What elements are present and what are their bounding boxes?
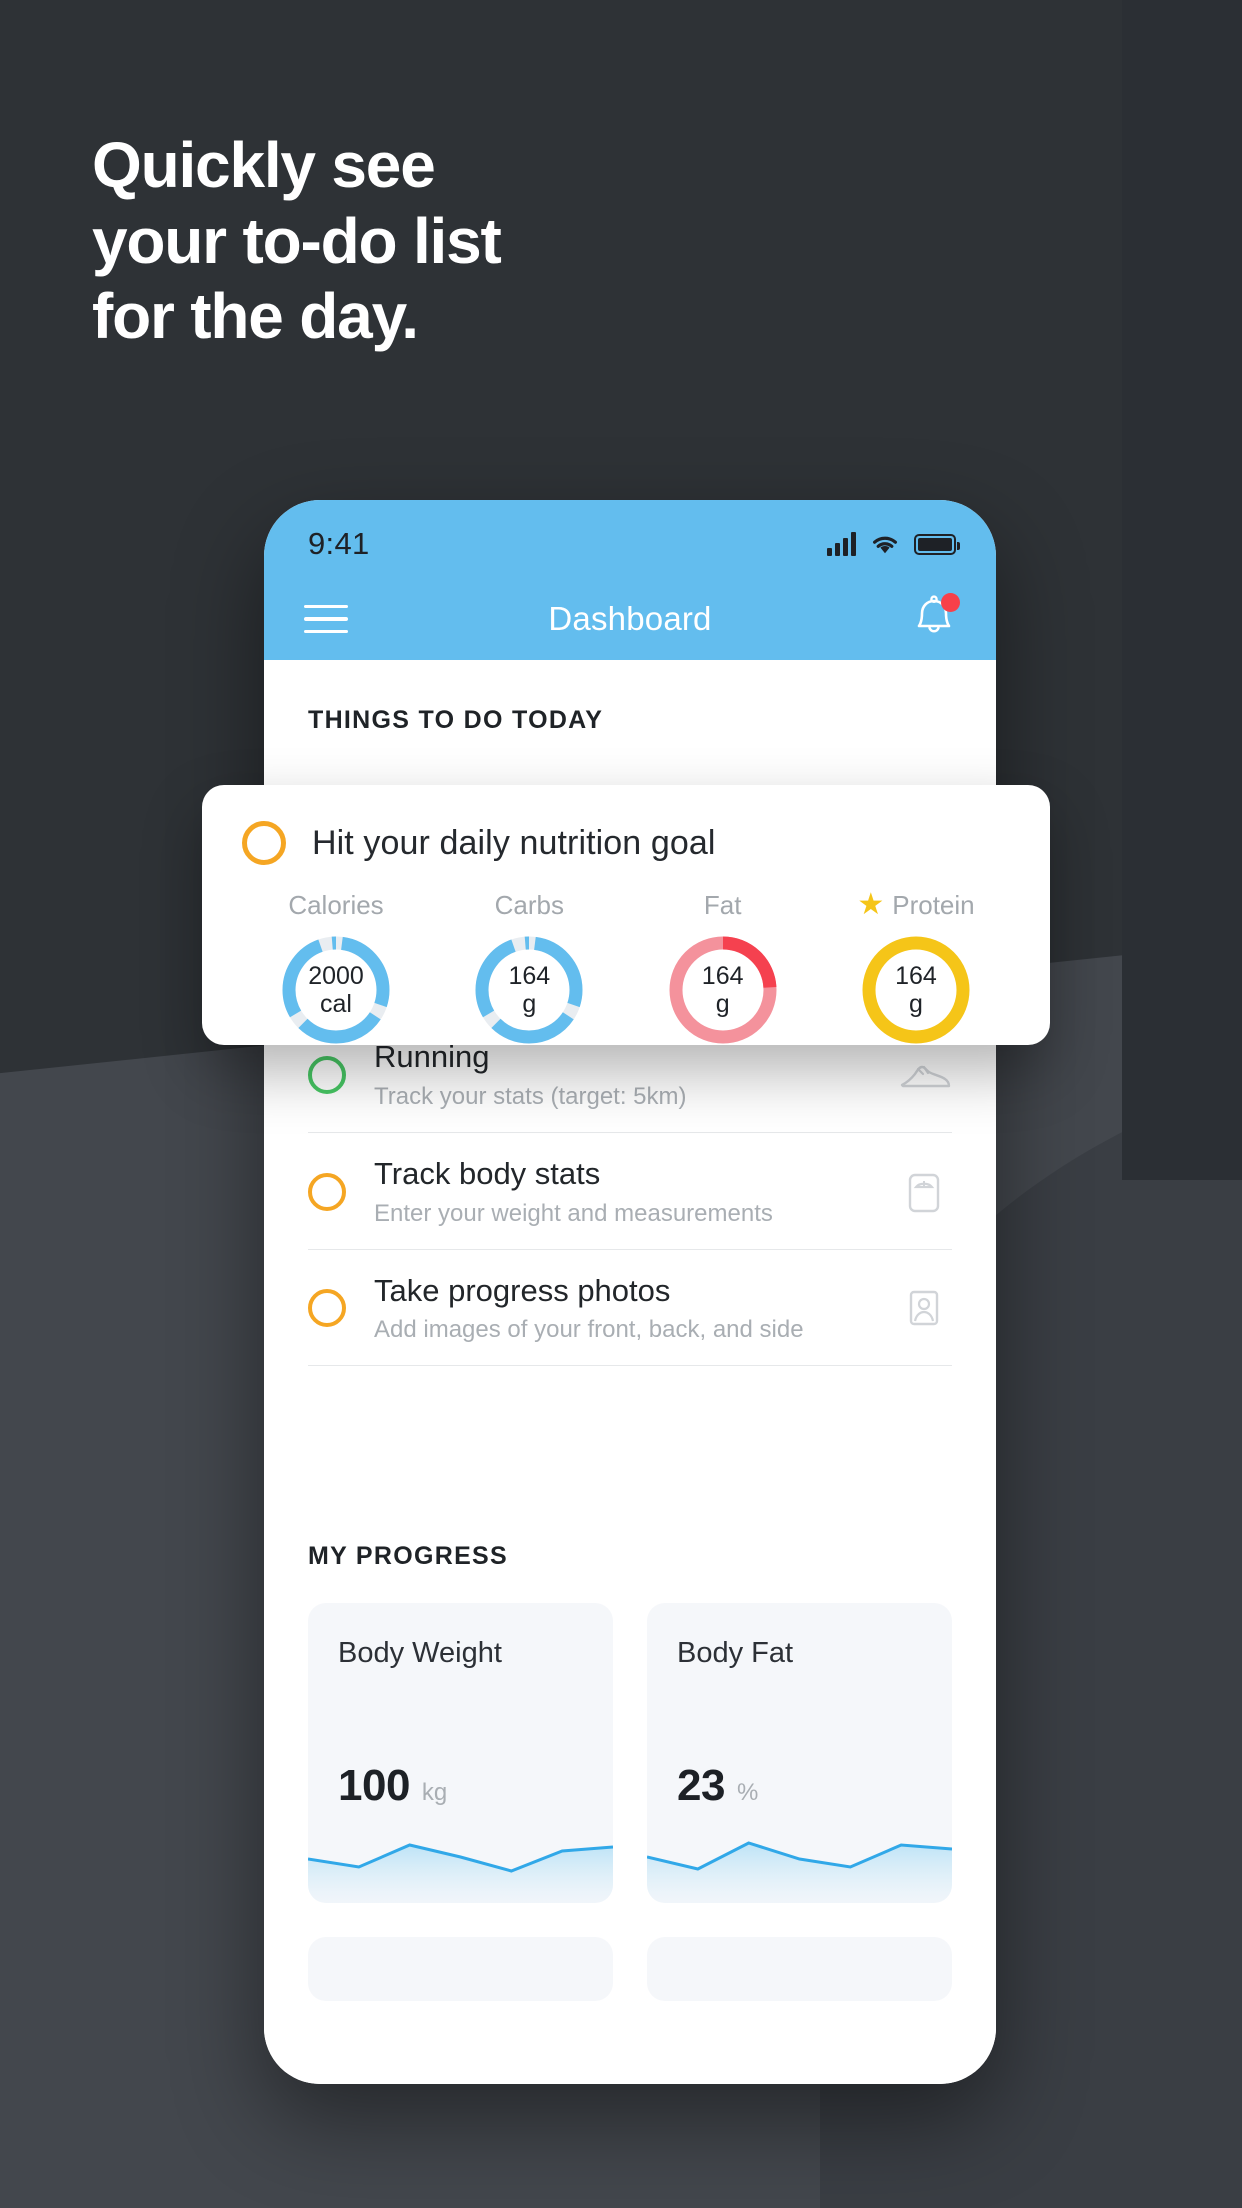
task-checkbox-progress-photos[interactable] [308,1289,346,1328]
macro-ring-protein: 164 g [857,931,975,1049]
task-row[interactable]: Take progress photos Add images of your … [308,1250,952,1367]
task-checkbox-running[interactable] [308,1055,346,1094]
nutrition-checkbox[interactable] [242,821,286,865]
progress-card-unit: % [736,1779,759,1807]
macro-ring-carbs: 164 g [470,931,588,1049]
macro-value: 164 [508,962,551,990]
app-bar: Dashboard [264,578,996,660]
task-text: Track body stats Enter your weight and m… [374,1155,894,1229]
task-text: Take progress photos Add images of your … [374,1272,894,1346]
macro-unit: g [715,990,730,1018]
todo-section-label: THINGS TO DO TODAY [308,706,604,734]
macro-value: 2000 [308,962,364,990]
progress-card-title: Body Fat [677,1637,794,1670]
nutrition-card-title: Hit your daily nutrition goal [312,823,716,862]
progress-card-number: 100 [338,1761,410,1811]
battery-icon [914,533,960,555]
notification-bell-icon[interactable] [910,593,960,645]
headline-line-1: Quickly see [92,129,436,201]
macro-center-text: 2000 cal [277,931,395,1049]
progress-section: MY PROGRESS Body Weight 100 kg Body Fat … [264,1542,996,2002]
cellular-signal-icon [827,532,856,556]
macro-unit: cal [320,990,352,1018]
macro-ring-calories: 2000 cal [277,931,395,1049]
hamburger-menu-icon[interactable] [304,604,348,634]
person-photo-icon [894,1280,952,1336]
macro-label-row: ★ Protein [857,887,974,923]
background-right-panel [1122,0,1242,1180]
task-row[interactable]: Track body stats Enter your weight and m… [308,1133,952,1250]
todo-task-list: Running Track your stats (target: 5km) T… [264,1015,996,1367]
progress-card-partial[interactable] [647,1937,952,2002]
macro-center-text: 164 g [470,931,588,1049]
nutrition-card-header: Hit your daily nutrition goal [242,821,1010,865]
status-bar-time: 9:41 [308,526,370,561]
task-title: Take progress photos [374,1272,671,1308]
macro-label: Protein [892,889,975,920]
page-headline: Quickly see your to-do list for the day. [92,128,502,355]
macro-calories[interactable]: Calories 2000 cal [252,887,420,1049]
task-subtitle: Add images of your front, back, and side [374,1316,804,1344]
sparkline-chart [308,1811,613,1904]
progress-card-number: 23 [677,1761,725,1811]
macro-value: 164 [701,962,744,990]
headline-line-3: for the day. [92,280,419,353]
phone-mockup: 9:41 Dashboard THINGS TO DO TODAY Runnin… [264,500,996,2084]
sparkline-chart [647,1811,952,1904]
progress-card-grid: Body Weight 100 kg Body Fat 23 % [264,1571,996,2002]
progress-card-title: Body Weight [338,1637,502,1670]
macro-protein[interactable]: ★ Protein 164 g [832,887,1000,1049]
macro-center-text: 164 g [857,931,975,1049]
progress-card-body-fat[interactable]: Body Fat 23 % [647,1603,952,1904]
running-shoe-icon [894,1047,952,1103]
macro-label-row: Fat [704,887,742,923]
macro-unit: g [909,990,923,1018]
progress-section-label: MY PROGRESS [308,1542,508,1571]
status-bar-icons [827,532,960,556]
nutrition-goal-card[interactable]: Hit your daily nutrition goal Calories 2… [202,785,1050,1045]
macro-label: Carbs [494,889,564,920]
macro-fat[interactable]: Fat 164 g [639,887,807,1049]
status-bar: 9:41 [264,500,996,578]
progress-card-partial[interactable] [308,1937,613,2002]
macro-label-row: Calories [288,887,383,923]
macro-center-text: 164 g [664,931,782,1049]
task-checkbox-body-stats[interactable] [308,1172,346,1211]
macro-value: 164 [895,962,937,990]
progress-card-value: 100 kg [338,1761,447,1811]
task-subtitle: Enter your weight and measurements [374,1199,773,1227]
macro-carbs[interactable]: Carbs 164 g [445,887,613,1049]
task-text: Running Track your stats (target: 5km) [374,1038,894,1112]
progress-card-value: 23 % [677,1761,758,1811]
macro-label: Fat [703,889,742,920]
task-subtitle: Track your stats (target: 5km) [374,1082,687,1110]
weighing-scale-icon [894,1164,952,1220]
macro-label: Calories [288,889,384,920]
task-title: Track body stats [374,1155,601,1191]
macro-ring-fat: 164 g [664,931,782,1049]
progress-card-body-weight[interactable]: Body Weight 100 kg [308,1603,613,1904]
star-icon: ★ [857,888,885,921]
macro-unit: g [522,990,537,1018]
macro-label-row: Carbs [495,887,564,923]
page-title: Dashboard [548,600,712,637]
progress-card-unit: kg [421,1779,448,1807]
notification-badge-dot [941,593,960,612]
headline-line-2: your to-do list [92,204,502,277]
macro-ring-row: Calories 2000 cal Carbs 164 g Fat 164 g … [242,887,1010,1049]
wifi-icon [870,533,900,556]
